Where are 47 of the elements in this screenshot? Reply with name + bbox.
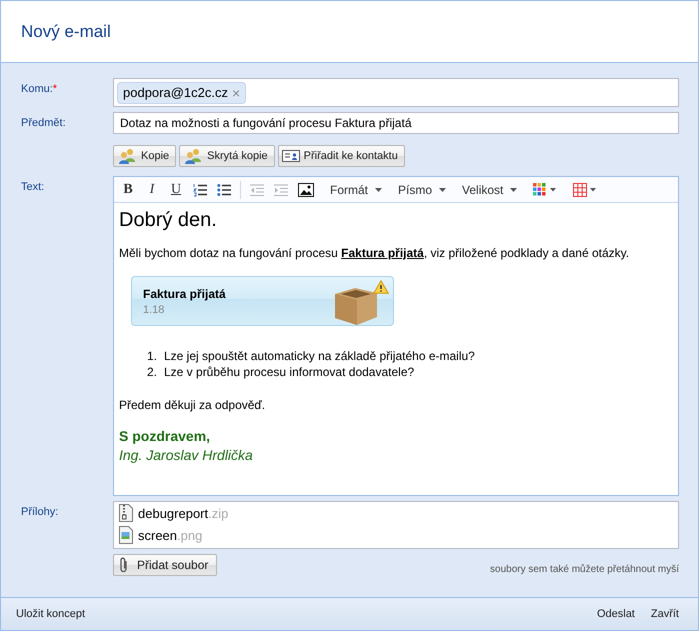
attachment-item[interactable]: debugreport.zip <box>119 504 673 522</box>
drop-hint: soubory sem také můžete přetáhnout myší <box>490 562 679 574</box>
greeting-text: Dobrý den. <box>119 209 218 232</box>
closing-text: S pozdravem, <box>119 428 212 444</box>
footer-action-button[interactable]: Zavřít <box>648 606 682 622</box>
intro-paragraph: Měli bychom dotaz na fungování procesu Faktura přijatá, viz přiložené podklady a dané otázky. <box>119 246 630 260</box>
question-text: Lze jej spouštět automaticky na základě přijatého e-mailu? <box>164 348 475 364</box>
list-number: 1. <box>147 348 157 364</box>
recipient-button[interactable]: Přiřadit ke kontaktu <box>278 145 405 167</box>
list-number: 2. <box>147 364 157 380</box>
contact-card-icon <box>282 149 300 163</box>
format-dropdown[interactable]: Velikost <box>459 180 520 200</box>
window-title: Nový e-mail <box>21 22 111 42</box>
attachment-item[interactable]: screen.png <box>119 526 673 544</box>
recipient-button[interactable]: Skrytá kopie <box>179 145 275 167</box>
caret-icon <box>439 188 446 192</box>
recipient-field[interactable]: podpora@1c2c.cz × <box>113 78 679 107</box>
image-file-icon <box>119 526 133 544</box>
process-version: 1.18 <box>143 304 166 316</box>
question-text: Lze v průběhu procesu informovat dodavatele? <box>164 364 414 380</box>
text-editor[interactable] <box>113 176 679 496</box>
required-mark: * <box>52 83 58 95</box>
paperclip-icon <box>119 557 129 573</box>
save-draft-button[interactable]: Uložit koncept <box>13 606 88 622</box>
caret-icon <box>375 188 382 192</box>
field-label: Předmět: <box>21 117 66 129</box>
process-card[interactable]: Faktura přijatá 1.18 <box>131 276 394 326</box>
format-dropdown[interactable]: Písmo <box>395 180 450 200</box>
signature-text: Ing. Jaroslav Hrdlička <box>119 447 254 463</box>
format-dropdown[interactable]: Formát <box>327 180 386 200</box>
add-file-button[interactable]: Přidat soubor <box>113 554 218 576</box>
people-icon <box>183 148 204 164</box>
field-label: Text: <box>21 181 44 193</box>
process-title: Faktura přijatá <box>143 286 227 300</box>
underline-button[interactable]: U <box>166 180 186 200</box>
bold-button[interactable]: B <box>118 180 138 200</box>
footer-action-button[interactable]: Odeslat <box>594 606 638 622</box>
caret-icon <box>510 188 518 192</box>
italic-button[interactable]: I <box>142 180 162 200</box>
field-label: Komu: <box>21 83 53 95</box>
recipient-button[interactable]: Kopie <box>113 145 176 167</box>
subject-field[interactable]: Dotaz na možnosti a fungování procesu Faktura přijatá <box>113 112 679 134</box>
field-label: Přílohy: <box>21 506 58 518</box>
people-icon <box>117 148 137 164</box>
zip-file-icon <box>119 504 133 522</box>
recipient-address: podpora@1c2c.cz <box>123 85 228 100</box>
thanks-text: Předem děkuji za odpověď. <box>119 398 266 412</box>
